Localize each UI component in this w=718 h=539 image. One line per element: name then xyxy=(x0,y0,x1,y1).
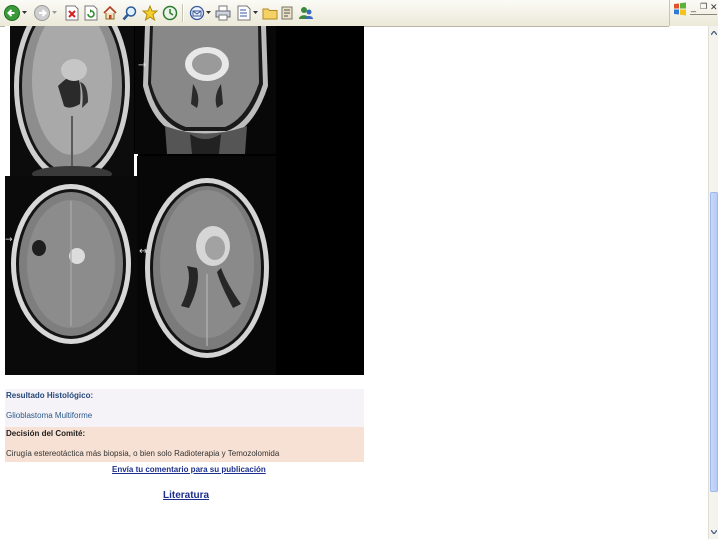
vertical-scrollbar[interactable] xyxy=(708,26,718,539)
folder-button[interactable] xyxy=(262,2,278,24)
mri-image-composite: → → ↔ xyxy=(5,26,364,375)
favorites-star-icon xyxy=(142,5,158,21)
enviar-comentario-link[interactable]: Envía tu comentario para su publicación xyxy=(112,465,266,474)
forward-dropdown[interactable] xyxy=(51,2,58,24)
home-button[interactable] xyxy=(101,2,119,24)
mri-coronal-contrast-image: → xyxy=(135,26,276,154)
forward-button[interactable] xyxy=(33,2,51,24)
browser-toolbar xyxy=(0,0,669,27)
svg-text:→: → xyxy=(5,235,13,245)
restore-icon[interactable]: ❐ xyxy=(700,2,707,12)
decision-comite-section: Decisión del Comité: Cirugía estereotáct… xyxy=(5,427,364,462)
research-icon xyxy=(281,6,293,20)
history-button[interactable] xyxy=(161,2,179,24)
resultado-value: Glioblastoma Multiforme xyxy=(6,411,93,420)
back-dropdown[interactable] xyxy=(21,2,28,24)
research-button[interactable] xyxy=(280,2,296,24)
menu-strip-line xyxy=(690,14,717,15)
edit-button[interactable] xyxy=(236,2,252,24)
chevron-down-icon xyxy=(22,11,27,14)
windows-flag-icon xyxy=(674,2,686,16)
minimize-icon[interactable]: _ xyxy=(691,2,696,12)
mri-axial-contrast-image-left: → xyxy=(5,176,137,375)
home-icon xyxy=(103,5,117,20)
print-button[interactable] xyxy=(214,2,232,24)
refresh-icon xyxy=(84,5,97,21)
back-arrow-icon xyxy=(4,5,20,21)
search-icon xyxy=(122,6,137,21)
edit-document-icon xyxy=(237,5,251,21)
print-icon xyxy=(215,5,231,21)
search-button[interactable] xyxy=(121,2,139,24)
stop-icon xyxy=(65,5,78,21)
mail-button[interactable] xyxy=(189,2,205,24)
decision-value: Cirugía estereotáctica más biopsia, o bi… xyxy=(6,449,280,458)
stop-button[interactable] xyxy=(63,2,80,24)
chevron-down-icon xyxy=(206,11,211,14)
image-background xyxy=(276,156,364,375)
mail-dropdown[interactable] xyxy=(205,2,212,24)
edit-dropdown[interactable] xyxy=(252,2,259,24)
history-icon xyxy=(162,5,178,21)
scroll-up-button[interactable] xyxy=(710,28,718,38)
favorites-button[interactable] xyxy=(141,2,159,24)
svg-text:↔: ↔ xyxy=(139,246,147,257)
chevron-up-icon xyxy=(711,31,717,35)
messenger-icon xyxy=(299,7,313,19)
mail-icon xyxy=(189,5,205,21)
scroll-thumb[interactable] xyxy=(710,192,718,492)
toolbar-separator xyxy=(182,4,184,22)
forward-arrow-icon xyxy=(34,5,50,21)
chevron-down-icon xyxy=(711,530,717,534)
decision-label: Decisión del Comité: xyxy=(6,429,86,438)
scroll-down-button[interactable] xyxy=(710,527,718,537)
folder-icon xyxy=(262,8,278,20)
chevron-down-icon xyxy=(52,11,57,14)
resultado-label: Resultado Histológico: xyxy=(6,391,94,400)
close-icon[interactable]: ✕ xyxy=(710,2,718,12)
refresh-button[interactable] xyxy=(82,2,99,24)
resultado-histologico-section: Resultado Histológico: Glioblastoma Mult… xyxy=(5,389,364,427)
mri-axial-contrast-image-right: ↔ xyxy=(137,156,278,375)
chevron-down-icon xyxy=(253,11,258,14)
literatura-link[interactable]: Literatura xyxy=(163,490,209,501)
svg-text:→: → xyxy=(138,60,146,71)
windows-brand-area: _ ❐ ✕ xyxy=(669,0,718,26)
messenger-button[interactable] xyxy=(298,2,314,24)
mri-axial-t1-image xyxy=(10,26,134,178)
back-button[interactable] xyxy=(3,2,21,24)
